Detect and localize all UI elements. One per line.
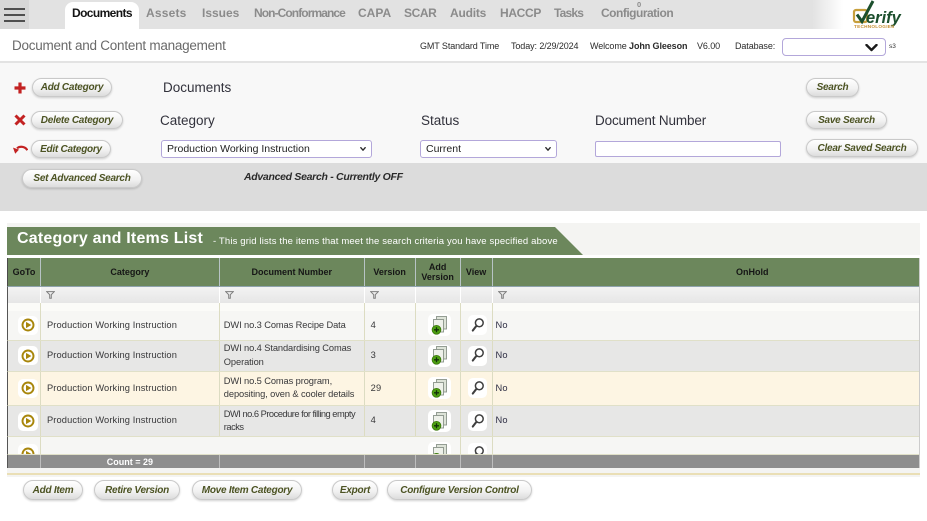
svg-text:TECHNOLOGIES: TECHNOLOGIES (854, 24, 895, 29)
